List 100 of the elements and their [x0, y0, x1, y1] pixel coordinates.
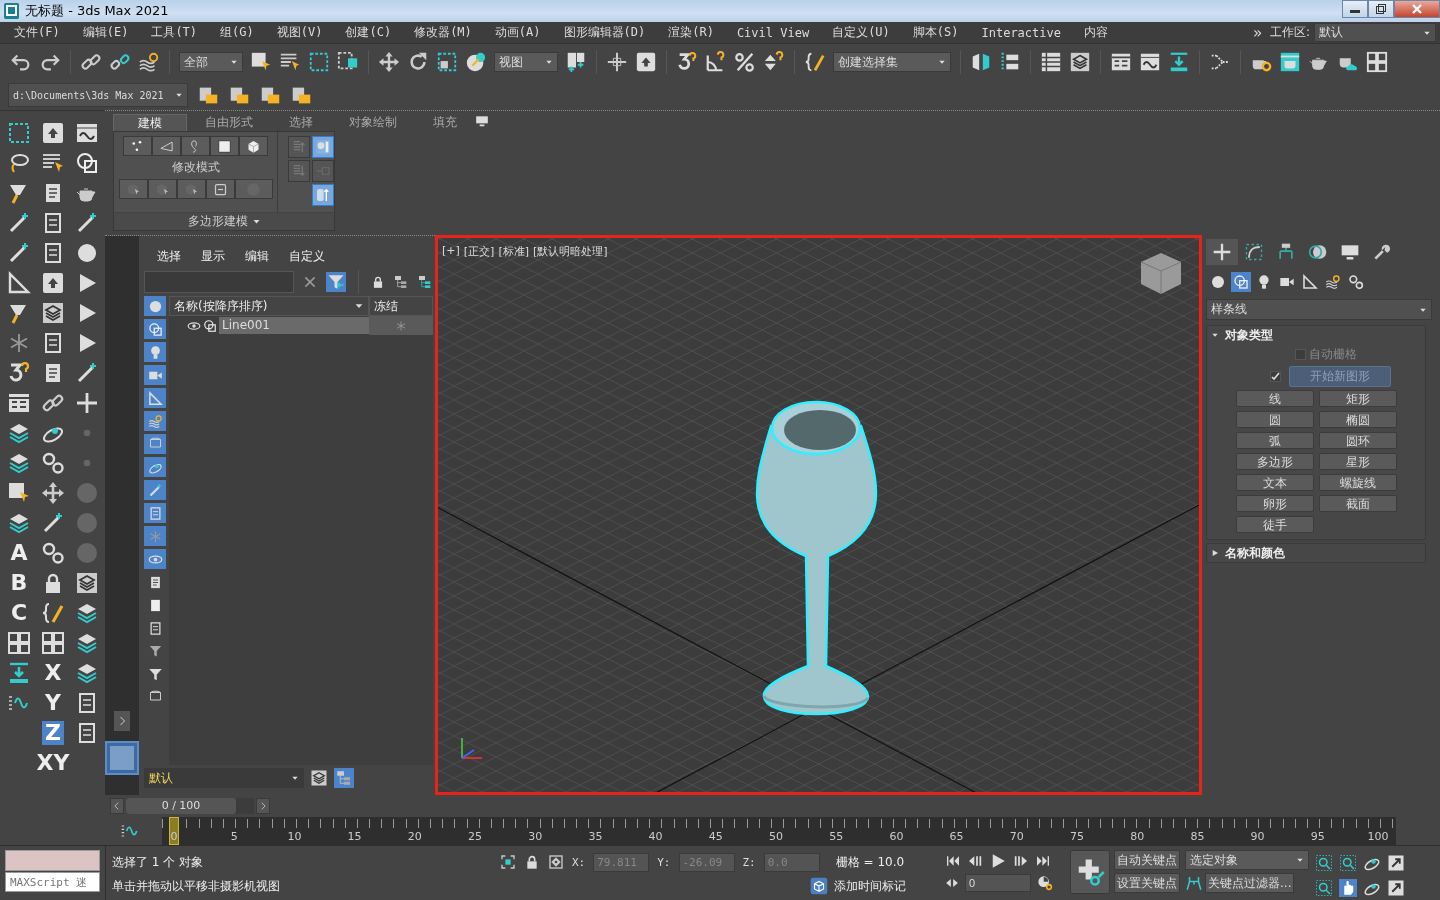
key-filters-button[interactable]: 关键点过滤器... — [1205, 873, 1295, 893]
menu-item[interactable]: 渲染(R) — [658, 24, 724, 41]
object-type-button[interactable]: 椭圆 — [1318, 411, 1397, 428]
menu-item[interactable]: 组(G) — [210, 24, 264, 41]
explorer-menu-item[interactable]: 编辑 — [245, 248, 269, 268]
explorer-menu-item[interactable]: 显示 — [201, 248, 225, 268]
toolbar-letter[interactable]: C — [7, 601, 31, 625]
viewport-label[interactable]: [+] — [442, 244, 460, 259]
explorer-menu-item[interactable]: 自定义 — [289, 248, 325, 268]
tick-label: 40 — [648, 830, 663, 843]
tick-label: 10 — [287, 830, 302, 843]
tick-label: 15 — [347, 830, 362, 843]
rollout-header[interactable]: 名称和颜色 — [1207, 544, 1425, 562]
object-type-button[interactable]: 徒手 — [1235, 516, 1314, 533]
coordinate-label: X: — [572, 855, 586, 869]
selection-filter-dropdown[interactable]: 全部 — [179, 52, 243, 72]
workspace-label: 工作区: — [1269, 24, 1310, 41]
menu-item[interactable]: 编辑(E) — [72, 24, 139, 41]
grid-size-text: 栅格 = 10.0 — [835, 853, 905, 871]
ribbon-tab[interactable]: 对象绘制 — [331, 114, 415, 131]
rollout-header[interactable]: 对象类型 — [1207, 326, 1425, 344]
object-type-button[interactable]: 卵形 — [1235, 495, 1314, 512]
reference-coordinate-dropdown[interactable]: 视图 — [494, 52, 558, 72]
named-selection-dropdown[interactable]: 创建选择集 — [833, 52, 951, 72]
menu-item[interactable]: 视图(V) — [266, 24, 333, 41]
window-title: 无标题 - 3ds Max 2021 — [25, 2, 170, 20]
tick-label: 30 — [528, 830, 543, 843]
prompt-text: 单击并拖动以平移非摄影机视图 — [112, 877, 281, 895]
axis-constraint-button[interactable]: Z — [42, 721, 64, 745]
tick-label: 75 — [1070, 830, 1084, 843]
project-folder-dropdown[interactable]: d:\Documents\3ds Max 2021 — [8, 83, 188, 107]
panel-label: 修改模式 — [171, 159, 220, 176]
tick-label: 0 — [170, 830, 178, 843]
tick-label: 100 — [1367, 830, 1389, 843]
object-type-button[interactable]: 圆 — [1235, 411, 1314, 428]
tick-label: 60 — [889, 830, 904, 843]
object-type-button[interactable]: 螺旋线 — [1318, 474, 1397, 491]
auto-key-button[interactable]: 自动关键点 — [1114, 850, 1180, 870]
viewport-label[interactable]: [默认明暗处理] — [533, 244, 608, 259]
toolbar-letter[interactable]: A — [7, 541, 31, 565]
menu-item[interactable]: 创建(C) — [335, 24, 402, 41]
object-type-button[interactable]: 弧 — [1235, 432, 1314, 449]
object-type-button[interactable]: 星形 — [1318, 453, 1397, 470]
explorer-menu-item[interactable]: 选择 — [157, 248, 181, 268]
menu-item[interactable]: 脚本(S) — [902, 24, 969, 41]
menu-item[interactable]: 文件(F) — [4, 24, 70, 41]
tick-label: 55 — [829, 830, 844, 843]
object-type-button[interactable]: 圆环 — [1318, 432, 1397, 449]
object-name[interactable]: Line001 — [219, 317, 369, 334]
tick-label: 20 — [407, 830, 422, 843]
tick-label: 25 — [468, 830, 482, 843]
checkbox-label: 自动栅格 — [1309, 346, 1357, 363]
tick-label: 70 — [1009, 830, 1024, 843]
set-key-button[interactable]: 设置关键点 — [1114, 873, 1180, 893]
layer-dropdown[interactable]: 默认 — [144, 768, 304, 788]
object-type-button[interactable]: 文本 — [1235, 474, 1314, 491]
panel-title-button[interactable]: 多边形建模 — [114, 212, 334, 230]
menu-overflow-button[interactable]: » — [1252, 23, 1262, 42]
object-type-button[interactable]: 线 — [1235, 390, 1314, 407]
menu-item[interactable]: 工具(T) — [141, 24, 208, 41]
menu-item[interactable]: Interactive — [971, 25, 1071, 40]
tick-label: 45 — [708, 830, 723, 843]
object-type-button[interactable]: 截面 — [1318, 495, 1397, 512]
time-tag-text[interactable]: 添加时间标记 — [834, 877, 906, 895]
viewport-frame[interactable]: [+] [正交] [标准] [默认明暗处理] — [435, 235, 1202, 795]
key-mode-dropdown[interactable]: 选定对象 — [1185, 850, 1309, 870]
menu-item[interactable]: 图形编辑器(D) — [553, 24, 656, 41]
current-frame-field[interactable]: 0 — [965, 874, 1031, 892]
object-type-button[interactable]: 多边形 — [1235, 453, 1314, 470]
workspace-dropdown[interactable]: 默认 — [1314, 23, 1436, 42]
category-dropdown[interactable]: 样条线 — [1206, 299, 1432, 320]
menu-item[interactable]: 自定义(U) — [822, 24, 900, 41]
menu-item[interactable]: Civil View — [726, 25, 820, 40]
menu-item[interactable]: 动画(A) — [484, 24, 551, 41]
frame-counter[interactable]: 0 / 100 — [126, 797, 236, 814]
viewport-label[interactable]: [正交] — [463, 244, 495, 259]
axis-constraint-button[interactable]: Y — [42, 691, 64, 715]
tick-label: 90 — [1250, 830, 1265, 843]
tick-label: 80 — [1130, 830, 1145, 843]
toolbar-letter[interactable]: B — [7, 571, 31, 595]
axis-constraint-button[interactable]: X — [41, 661, 65, 685]
tick-label: 35 — [588, 830, 603, 843]
tick-label: 95 — [1310, 830, 1325, 843]
object-type-button[interactable]: 矩形 — [1318, 390, 1397, 407]
menu-item[interactable]: 修改器(M) — [404, 24, 482, 41]
column-header[interactable]: 冻结 — [369, 296, 433, 316]
axis-constraint-button[interactable]: XY — [33, 751, 73, 775]
ribbon-tab[interactable]: 填充 — [415, 114, 475, 131]
ribbon-tab[interactable]: 选择 — [271, 114, 331, 131]
viewport-label[interactable]: [标准] — [498, 244, 529, 259]
column-header[interactable]: 名称(按降序排序) — [169, 296, 369, 316]
coordinate-label: Y: — [657, 855, 671, 869]
ribbon-tab[interactable]: 自由形式 — [187, 114, 271, 131]
ribbon-tab[interactable]: 建模 — [113, 114, 187, 131]
maxscript-field[interactable]: MAXScript 迷 — [5, 872, 100, 892]
tick-label: 65 — [949, 830, 964, 843]
menu-item[interactable]: 内容 — [1074, 24, 1118, 41]
selection-status: 选择了 1 个 对象 — [112, 853, 205, 871]
tick-label: 50 — [769, 830, 783, 843]
tick-label: 5 — [230, 830, 238, 843]
